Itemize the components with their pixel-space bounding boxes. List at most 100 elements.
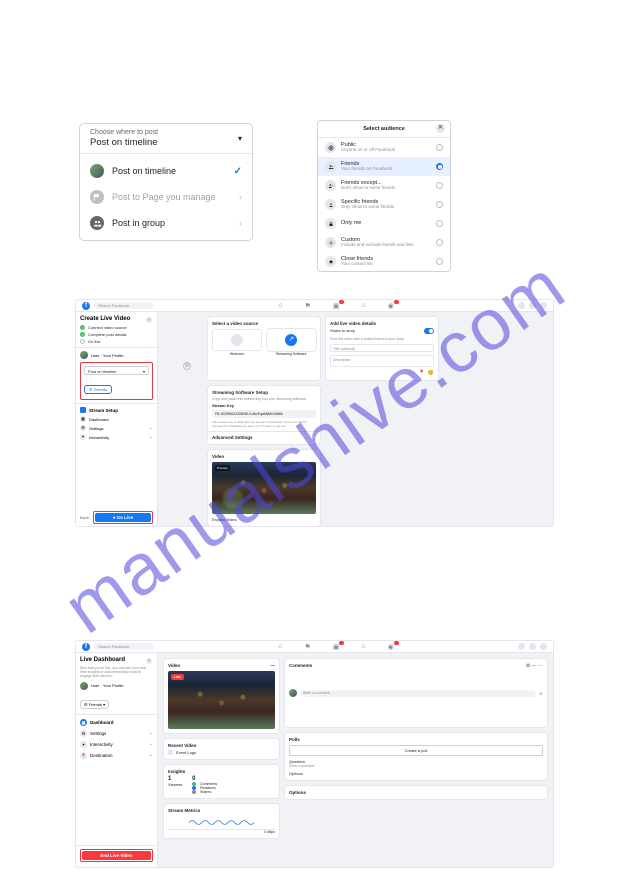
friends-nav-icon[interactable]: ⚑ — [304, 643, 310, 651]
sidebar-user[interactable]: User · Your Profile — [80, 351, 153, 359]
source-webcam[interactable] — [212, 329, 262, 351]
stream-metrics-card: Stream Metrics 0 kBps — [164, 804, 279, 838]
row-title: Only me — [341, 220, 431, 226]
where-dropdown[interactable]: Post on timeline▾ — [84, 366, 149, 375]
audience-friends[interactable]: FriendsYour friends on Facebook — [318, 157, 450, 176]
key-note: This stream key is valid until you log o… — [212, 420, 316, 428]
close-icon[interactable]: ✕ — [436, 124, 445, 133]
audience-custom[interactable]: CustomInclude and exclude friends and li… — [318, 233, 450, 252]
home-icon[interactable]: ⌂ — [278, 302, 282, 310]
advanced-settings-toggle[interactable]: Advanced Settings — [212, 435, 316, 440]
pin-icon: 📍 — [80, 752, 87, 759]
audience-only-me[interactable]: Only me — [318, 214, 450, 233]
option-post-timeline[interactable]: Post on timeline ✓ — [80, 158, 252, 184]
groups-nav-icon[interactable]: ◉ — [388, 302, 394, 310]
market-icon[interactable]: ⌂ — [361, 302, 365, 310]
filter-icon[interactable]: ✿ — [526, 663, 530, 669]
gear-icon: ⚙ — [80, 730, 87, 737]
comment-input[interactable]: Write a comment... — [300, 690, 536, 697]
audience-public[interactable]: PublicAnyone on or off Facebook — [318, 138, 450, 157]
watch-icon[interactable]: ▣ — [333, 302, 340, 310]
location-icon[interactable]: 📍 — [419, 370, 425, 376]
back-button[interactable]: Back — [80, 515, 89, 520]
audience-friends-pill[interactable]: ⚙ Friends ▾ — [80, 700, 109, 709]
facebook-logo-icon[interactable]: f — [82, 302, 90, 310]
radio-on-icon[interactable] — [436, 163, 443, 170]
caret-icon[interactable] — [540, 643, 547, 650]
row-sub: Your friends on Facebook — [341, 167, 431, 172]
caret-icon[interactable] — [540, 302, 547, 309]
minimize-icon[interactable]: — — [271, 663, 276, 668]
stream-setup-header[interactable]: Stream Setup — [80, 407, 153, 413]
facebook-logo-icon[interactable]: f — [82, 643, 90, 651]
description-input[interactable]: Description — [330, 355, 434, 367]
share-story-toggle[interactable] — [424, 328, 434, 334]
sidebar-sub: Now that you're live, you can see your r… — [80, 666, 153, 679]
title-input[interactable]: Title (optional) — [330, 344, 434, 352]
tag-icon[interactable]: 🏷 — [409, 370, 415, 376]
menu-icon[interactable] — [518, 643, 525, 650]
friends-except-icon — [325, 180, 336, 191]
sidebar-dashboard[interactable]: ▦Dashboard — [80, 719, 153, 726]
radio-off-icon[interactable] — [436, 220, 443, 227]
sidebar-user[interactable]: User · Your Profile — [80, 682, 153, 690]
help-icon[interactable]: ? — [146, 658, 152, 664]
sidebar-interactivity[interactable]: ✦Interactivity⌄ — [80, 434, 153, 440]
audience-pill[interactable]: ⚙ Friends — [84, 385, 112, 394]
row-sub: Anyone on or off Facebook — [341, 148, 431, 153]
friends-nav-icon[interactable]: ⚑ — [304, 302, 310, 310]
poll-options-label: Options — [289, 771, 543, 776]
search-input[interactable]: Search Facebook — [94, 302, 154, 309]
stream-key-field[interactable]: FB-102996122339030-0-AbxFqdA8AM-WkBh — [212, 410, 316, 418]
sidebar-settings[interactable]: ⚙Settings⌄ — [80, 730, 153, 737]
live-details-card: Add live video details Share to story Po… — [326, 317, 438, 380]
source-streaming-software[interactable] — [267, 329, 317, 351]
select-audience-dialog: Select audience ✕ PublicAnyone on or off… — [317, 120, 451, 272]
help-icon[interactable]: ? — [146, 317, 152, 323]
audience-close-friends[interactable]: Close friendsYour custom list — [318, 252, 450, 271]
watch-icon[interactable]: ▣ — [333, 643, 340, 651]
sidebar-destination[interactable]: 📍Destination⌄ — [80, 752, 153, 759]
audience-specific[interactable]: Specific friendsOnly show to some friend… — [318, 195, 450, 214]
key-label: Stream Key — [212, 403, 316, 408]
post-where-dropdown[interactable]: Choose where to post Post on timeline ▾ … — [79, 123, 253, 241]
radio-off-icon[interactable] — [436, 239, 443, 246]
radio-off-icon[interactable] — [436, 258, 443, 265]
menu-icon[interactable] — [518, 302, 525, 309]
emoji-icon[interactable]: 😊 — [428, 370, 434, 376]
end-live-button[interactable]: End Live Video — [82, 851, 151, 860]
option-post-group[interactable]: Post in group › — [80, 210, 252, 236]
video-preview-card: Video Preview Expand Video — [208, 450, 320, 526]
sidebar-interactivity[interactable]: ✦Interactivity⌄ — [80, 741, 153, 748]
bell-icon[interactable] — [529, 302, 536, 309]
settings-icon[interactable]: ⚙ — [183, 362, 191, 370]
select-source-card: Select a video source Webcam Streaming S… — [208, 317, 320, 380]
dropdown-value: Post on timeline — [90, 137, 158, 148]
expand-video-link[interactable]: Expand Video — [212, 517, 316, 522]
create-poll-button[interactable]: Create a poll — [289, 745, 543, 756]
more-icon[interactable]: ⋯ — [538, 663, 543, 669]
radio-off-icon[interactable] — [436, 144, 443, 151]
radio-off-icon[interactable] — [436, 201, 443, 208]
groups-nav-icon[interactable]: ◉ — [388, 643, 394, 651]
bell-icon[interactable] — [529, 643, 536, 650]
minimize-icon[interactable]: — — [532, 663, 537, 669]
grid-icon: ▦ — [80, 719, 87, 726]
options-card: Options — [285, 786, 547, 799]
option-label: Post on timeline — [112, 166, 226, 176]
radio-off-icon[interactable] — [436, 182, 443, 189]
market-icon[interactable]: ⌂ — [361, 643, 365, 651]
event-logs-row[interactable]: Event Logs — [168, 750, 275, 755]
sidebar-settings[interactable]: ⚙Settings⌄ — [80, 425, 153, 431]
home-icon[interactable]: ⌂ — [278, 643, 282, 651]
sidebar-dashboard[interactable]: ▦Dashboard — [80, 416, 153, 422]
go-live-button[interactable]: ● Go Live — [95, 513, 151, 522]
write-comment[interactable]: Write a comment...☺ — [289, 689, 543, 697]
dropdown-header[interactable]: Choose where to post Post on timeline ▾ — [80, 124, 252, 154]
row-sub: Include and exclude friends and lists — [341, 243, 431, 248]
emoji-icon[interactable]: ☺ — [539, 691, 543, 696]
grid-icon: ▦ — [80, 416, 86, 422]
audience-friends-except[interactable]: Friends except...Don't show to some frie… — [318, 176, 450, 195]
search-input[interactable]: Search Facebook — [94, 643, 154, 650]
option-post-page[interactable]: Post to Page you manage › — [80, 184, 252, 210]
